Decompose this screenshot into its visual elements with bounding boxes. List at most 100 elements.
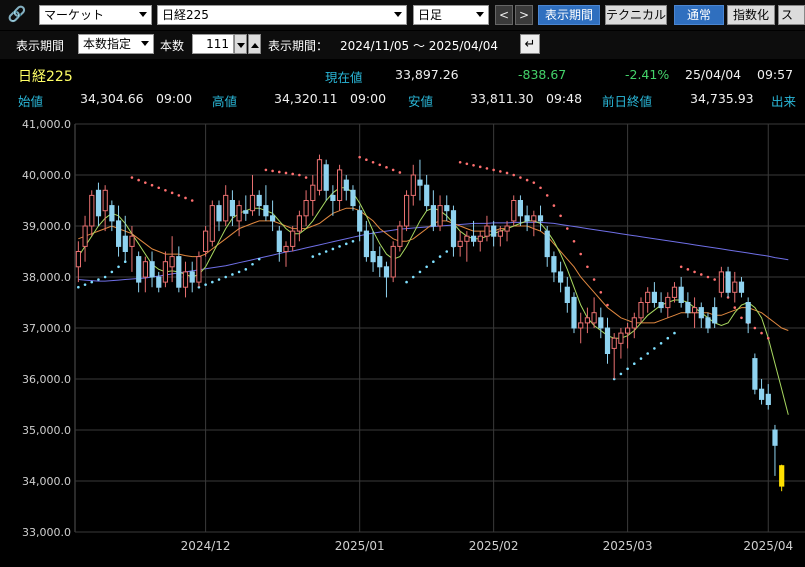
sar-dot — [559, 214, 562, 218]
candle-body — [370, 251, 376, 263]
sar-dot — [244, 268, 248, 271]
candle-body — [625, 327, 631, 334]
chevron-down-icon — [236, 43, 245, 48]
candle-body — [156, 276, 162, 288]
sar-dot — [284, 171, 288, 175]
period-select[interactable]: 日足 — [413, 5, 489, 25]
prev-button[interactable]: < — [495, 5, 513, 25]
candle-body — [404, 194, 410, 227]
candle-body — [276, 230, 282, 252]
candle-body — [196, 256, 202, 283]
sar-dot — [579, 252, 583, 256]
x-tick-label: 2025/02 — [469, 539, 519, 553]
chevron-down-icon — [394, 12, 402, 17]
candle-body — [497, 230, 503, 237]
candle-body — [604, 327, 611, 354]
next-button[interactable]: > — [515, 5, 533, 25]
scale-button[interactable]: ス — [778, 5, 805, 25]
candle-body — [618, 332, 624, 344]
candle-body — [511, 200, 517, 222]
candle-body — [363, 230, 369, 258]
sar-dot — [632, 362, 636, 365]
sar-dot — [425, 265, 428, 269]
y-tick-label: 41,000.0 — [22, 118, 71, 131]
high-label: 高値 — [212, 94, 238, 109]
sar-dot — [137, 178, 140, 182]
candle-body — [631, 317, 637, 329]
low-value: 33,811.30 — [470, 91, 534, 106]
sar-dot — [646, 352, 649, 355]
candle-body — [330, 194, 336, 202]
candle-body — [437, 205, 443, 227]
sar-dot — [545, 194, 549, 197]
sar-dot — [666, 336, 670, 340]
candle-body — [350, 189, 356, 207]
index-button[interactable]: 指数化 — [727, 5, 775, 25]
period-mode-select[interactable]: 本数指定 — [78, 34, 154, 54]
price-chart[interactable]: 33,000.0 34,000.0 35,000.0 36,000.0 37,000.0… — [0, 112, 805, 564]
count-decrement-button[interactable] — [234, 34, 247, 54]
candle-body — [209, 205, 215, 242]
y-tick-label: 37,000.0 — [22, 322, 71, 335]
market-select[interactable]: マーケット — [39, 5, 152, 25]
sar-dot — [411, 275, 415, 279]
x-tick-label: 2024/12 — [181, 539, 231, 553]
normal-button[interactable]: 通常 — [674, 5, 724, 25]
candle-body — [142, 261, 149, 278]
y-tick-label: 38,000.0 — [22, 271, 71, 284]
candle-body — [484, 225, 490, 237]
candle-body — [189, 271, 195, 283]
sar-dot — [237, 270, 241, 274]
chevron-down-icon — [476, 12, 484, 17]
candle-body — [558, 271, 564, 283]
sar-dot — [465, 162, 469, 166]
symbol-select[interactable]: 日経225 — [157, 5, 407, 25]
sar-dot — [458, 160, 462, 164]
y-tick-label: 34,000.0 — [22, 475, 71, 488]
range-toolbar: 表示期間 本数指定 本数 111 表示期間： 2024/11/05 ～ 2025… — [0, 31, 805, 59]
candle-body — [772, 429, 778, 446]
range-value: 2024/11/05 ～ 2025/04/04 — [340, 39, 498, 53]
sar-dot — [552, 204, 556, 207]
sar-dot — [485, 167, 489, 170]
count-input[interactable]: 111 — [192, 34, 234, 54]
count-value: 111 — [206, 37, 229, 51]
market-select-value: マーケット — [44, 8, 105, 22]
candle-body — [779, 465, 785, 487]
candle-body — [249, 194, 256, 212]
sar-dot — [110, 270, 114, 274]
display-period-button[interactable]: 表示期間 — [538, 5, 600, 25]
sar-dot — [586, 265, 589, 269]
refresh-button[interactable]: ↵ — [520, 34, 540, 54]
candle-body — [216, 205, 222, 222]
candle-body — [705, 317, 711, 329]
count-increment-button[interactable] — [248, 34, 261, 54]
period-select-value: 日足 — [418, 8, 443, 22]
sar-dot — [706, 275, 710, 279]
sar-dot — [512, 173, 516, 177]
quote-header: 日経225 現在値 33,897.26 -838.67 -2.41% 25/04… — [0, 62, 805, 86]
candle-body — [457, 240, 463, 247]
technical-button[interactable]: テクニカル — [605, 5, 667, 25]
sar-dot — [592, 278, 596, 281]
sar-dot — [371, 160, 375, 164]
candle-body — [738, 281, 745, 293]
candle-body — [752, 358, 758, 390]
candle-body — [471, 235, 477, 242]
candle-body — [176, 256, 182, 288]
open-label: 始値 — [18, 94, 44, 109]
candle-body — [584, 317, 590, 324]
chart-svg[interactable]: 33,000.0 34,000.0 35,000.0 36,000.0 37,000.0… — [0, 112, 805, 564]
candle-body — [464, 235, 470, 242]
candle-body — [430, 205, 436, 227]
candle-body — [203, 230, 209, 252]
range-label: 表示期間： — [268, 39, 329, 53]
sar-dot — [740, 316, 743, 320]
sar-dot — [324, 250, 328, 253]
y-tick-label: 36,000.0 — [22, 373, 71, 386]
sar-dot — [659, 342, 663, 345]
link-icon[interactable]: 🔗 — [6, 3, 28, 25]
sar-dot — [351, 240, 355, 243]
low-label: 安値 — [408, 94, 434, 109]
chevron-up-icon — [250, 43, 259, 48]
